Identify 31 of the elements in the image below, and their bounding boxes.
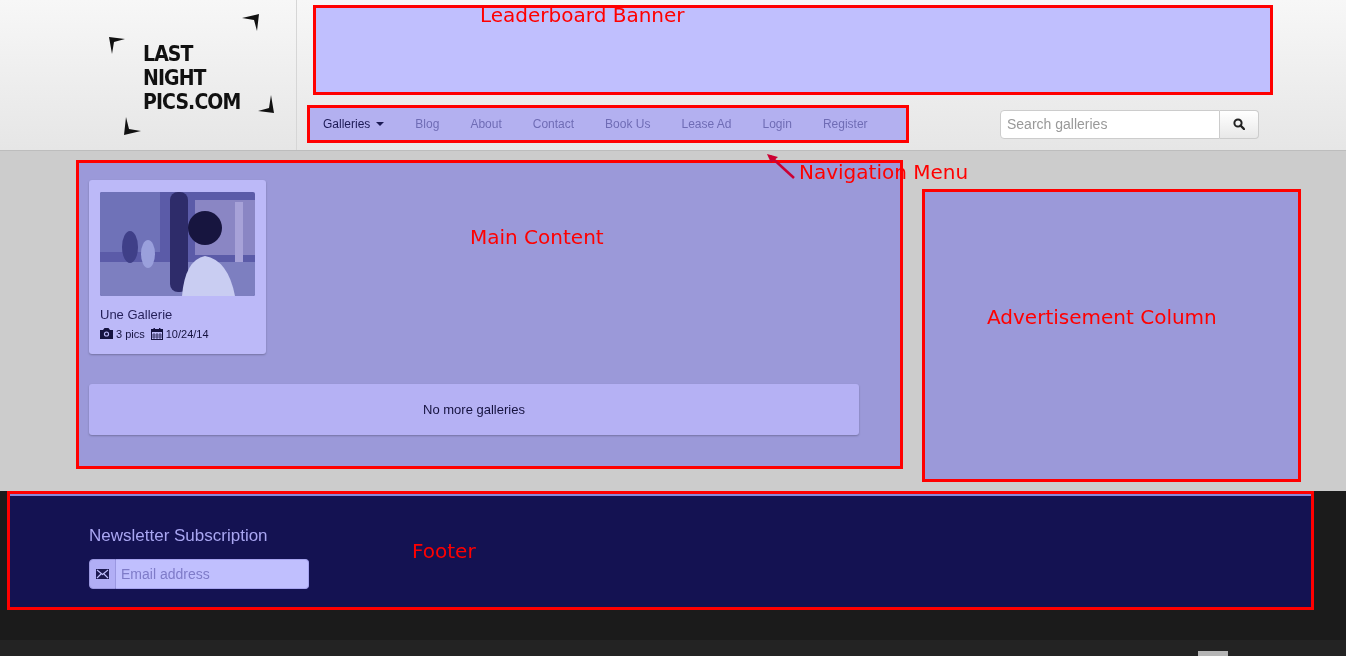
- nav-link[interactable]: Lease Ad: [681, 115, 732, 133]
- email-field[interactable]: Email address: [116, 558, 309, 589]
- logo-corner-icon: [124, 117, 141, 135]
- envelope-icon: [96, 568, 109, 579]
- search-button[interactable]: [1220, 109, 1259, 139]
- nav-link[interactable]: Contact: [532, 115, 575, 133]
- annotation-label: Advertisement Column: [987, 305, 1217, 329]
- photo-count: 3 pics: [116, 326, 145, 342]
- annotation-label: Footer: [412, 539, 476, 563]
- logo-corner-icon: [242, 14, 259, 32]
- calendar-icon: [150, 327, 163, 340]
- annotation-arrow: [767, 154, 795, 179]
- camera-icon: [100, 328, 113, 340]
- nav-link[interactable]: About: [470, 115, 502, 133]
- annotation-label: Main Content: [470, 225, 604, 249]
- gallery-card[interactable]: Une Gallerie 3 pics 10/24/14: [89, 180, 266, 354]
- gallery-title[interactable]: Une Gallerie: [100, 305, 255, 325]
- nav-link[interactable]: Login: [762, 115, 792, 133]
- logo-text[interactable]: LAST NIGHT PICS.COM: [143, 42, 241, 114]
- end-message-bar: No more galleries: [89, 384, 859, 435]
- gallery-date: 10/24/14: [165, 326, 209, 342]
- scroll-thumb[interactable]: [1198, 651, 1228, 656]
- logo-corner-icon: [257, 95, 274, 113]
- search-field[interactable]: Search galleries: [1000, 109, 1220, 139]
- nav-link[interactable]: Blog: [415, 115, 440, 133]
- nav-link[interactable]: Register: [822, 115, 868, 133]
- search-icon: [1233, 118, 1245, 130]
- newsletter-heading: Newsletter Subscription: [89, 525, 269, 547]
- nav-link[interactable]: Galleries: [323, 115, 385, 133]
- annotation-label: Leaderboard Banner: [480, 3, 685, 27]
- nav-link[interactable]: Book Us: [605, 115, 651, 133]
